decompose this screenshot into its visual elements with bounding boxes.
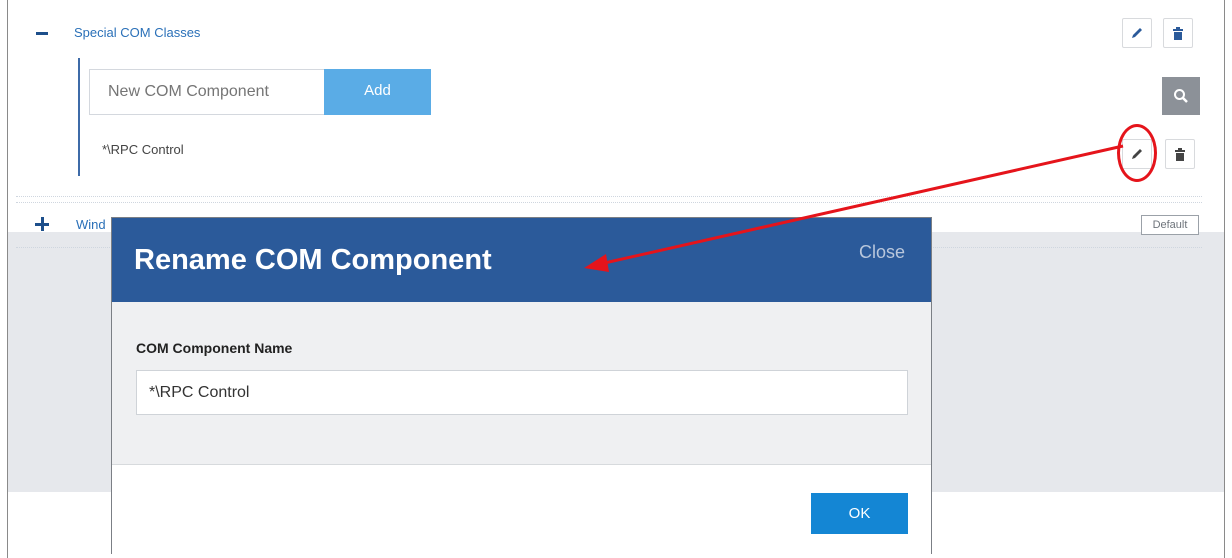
dialog-footer: OK	[112, 464, 931, 554]
new-com-component-input[interactable]	[89, 69, 324, 115]
pencil-icon	[1132, 28, 1142, 38]
dialog-title: Rename COM Component	[134, 244, 492, 276]
dialog-header: Rename COM Component Close	[112, 218, 931, 302]
dialog-body: COM Component Name	[112, 302, 931, 464]
rename-com-component-dialog: Rename COM Component Close COM Component…	[111, 217, 932, 554]
edit-group-button[interactable]	[1122, 18, 1152, 48]
add-button[interactable]: Add	[324, 69, 431, 115]
delete-group-button[interactable]	[1163, 18, 1193, 48]
frame-border-right	[1224, 0, 1225, 558]
trash-icon	[1173, 26, 1183, 40]
annotation-highlight-circle	[1117, 124, 1157, 182]
row-divider	[16, 202, 1202, 203]
row-divider	[16, 196, 1202, 197]
delete-item-button[interactable]	[1165, 139, 1195, 169]
close-button[interactable]: Close	[859, 242, 905, 263]
trash-icon	[1175, 147, 1185, 161]
collapse-icon[interactable]	[36, 32, 48, 35]
com-component-name-field[interactable]	[136, 370, 908, 415]
expand-icon[interactable]	[35, 217, 49, 231]
default-badge: Default	[1141, 215, 1199, 235]
group-label-special-com-classes[interactable]: Special COM Classes	[74, 25, 200, 40]
com-component-item-label: *\RPC Control	[102, 142, 184, 157]
tree-indent-line	[78, 58, 80, 176]
search-button[interactable]	[1162, 77, 1200, 115]
frame-border-left	[7, 0, 8, 558]
group-label-windows[interactable]: Wind	[76, 217, 106, 232]
ok-button[interactable]: OK	[811, 493, 908, 534]
search-icon	[1174, 89, 1188, 103]
com-component-name-label: COM Component Name	[136, 340, 293, 356]
